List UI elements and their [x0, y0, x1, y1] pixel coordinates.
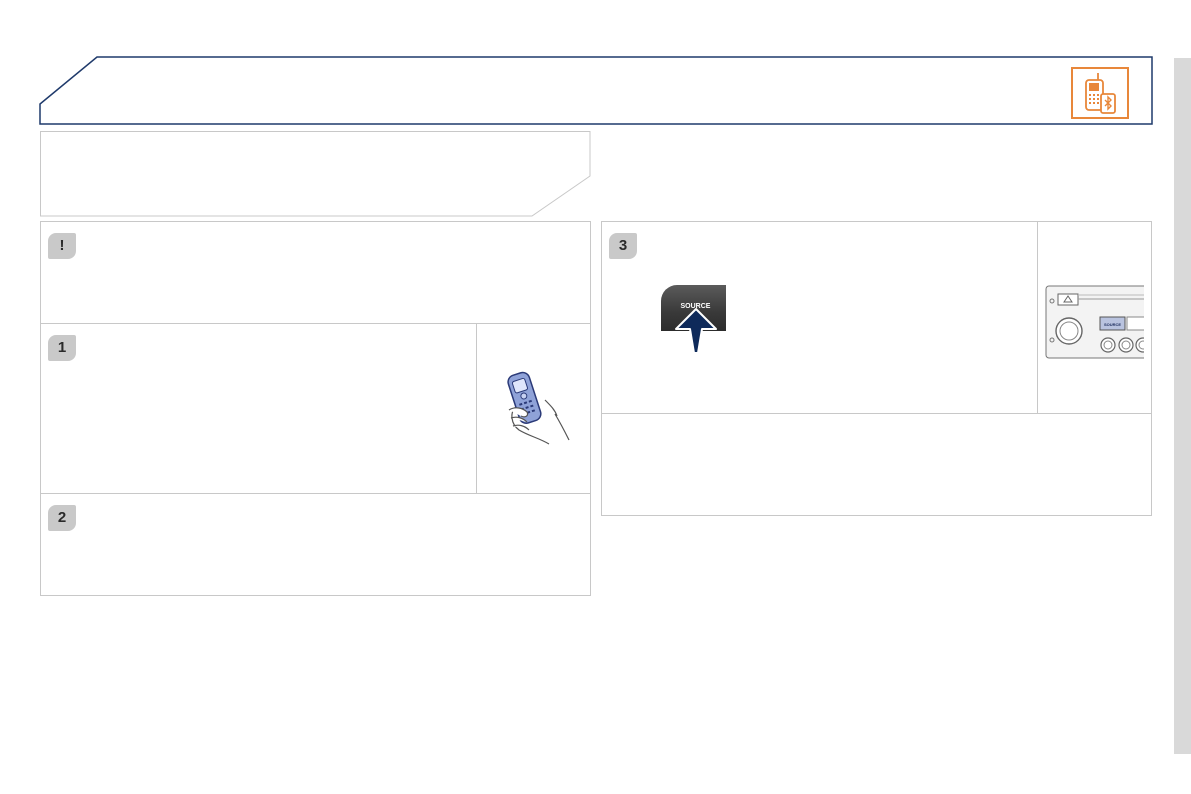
warning-panel: !	[40, 221, 591, 324]
section-title-box	[40, 131, 591, 217]
step-3-illustration-panel: SOURCE	[1037, 221, 1152, 414]
step-3-badge: 3	[609, 233, 637, 259]
step-1-badge: 1	[48, 335, 76, 361]
warning-badge: !	[48, 233, 76, 259]
step-2-badge: 2	[48, 505, 76, 531]
header-banner	[39, 56, 1153, 125]
step-1-panel: 1	[40, 323, 477, 494]
up-arrow-icon	[670, 307, 722, 355]
radio-source-label: SOURCE	[1104, 322, 1121, 327]
bluetooth-phone-icon	[1071, 67, 1129, 119]
hand-holding-phone-icon	[499, 366, 573, 448]
radio-faceplate-icon: SOURCE	[1044, 282, 1144, 362]
step-2-panel: 2	[40, 493, 591, 596]
step-1-illustration-panel	[476, 323, 591, 494]
step-3-note-panel	[601, 413, 1152, 516]
page-scrollbar[interactable]	[1174, 58, 1191, 754]
